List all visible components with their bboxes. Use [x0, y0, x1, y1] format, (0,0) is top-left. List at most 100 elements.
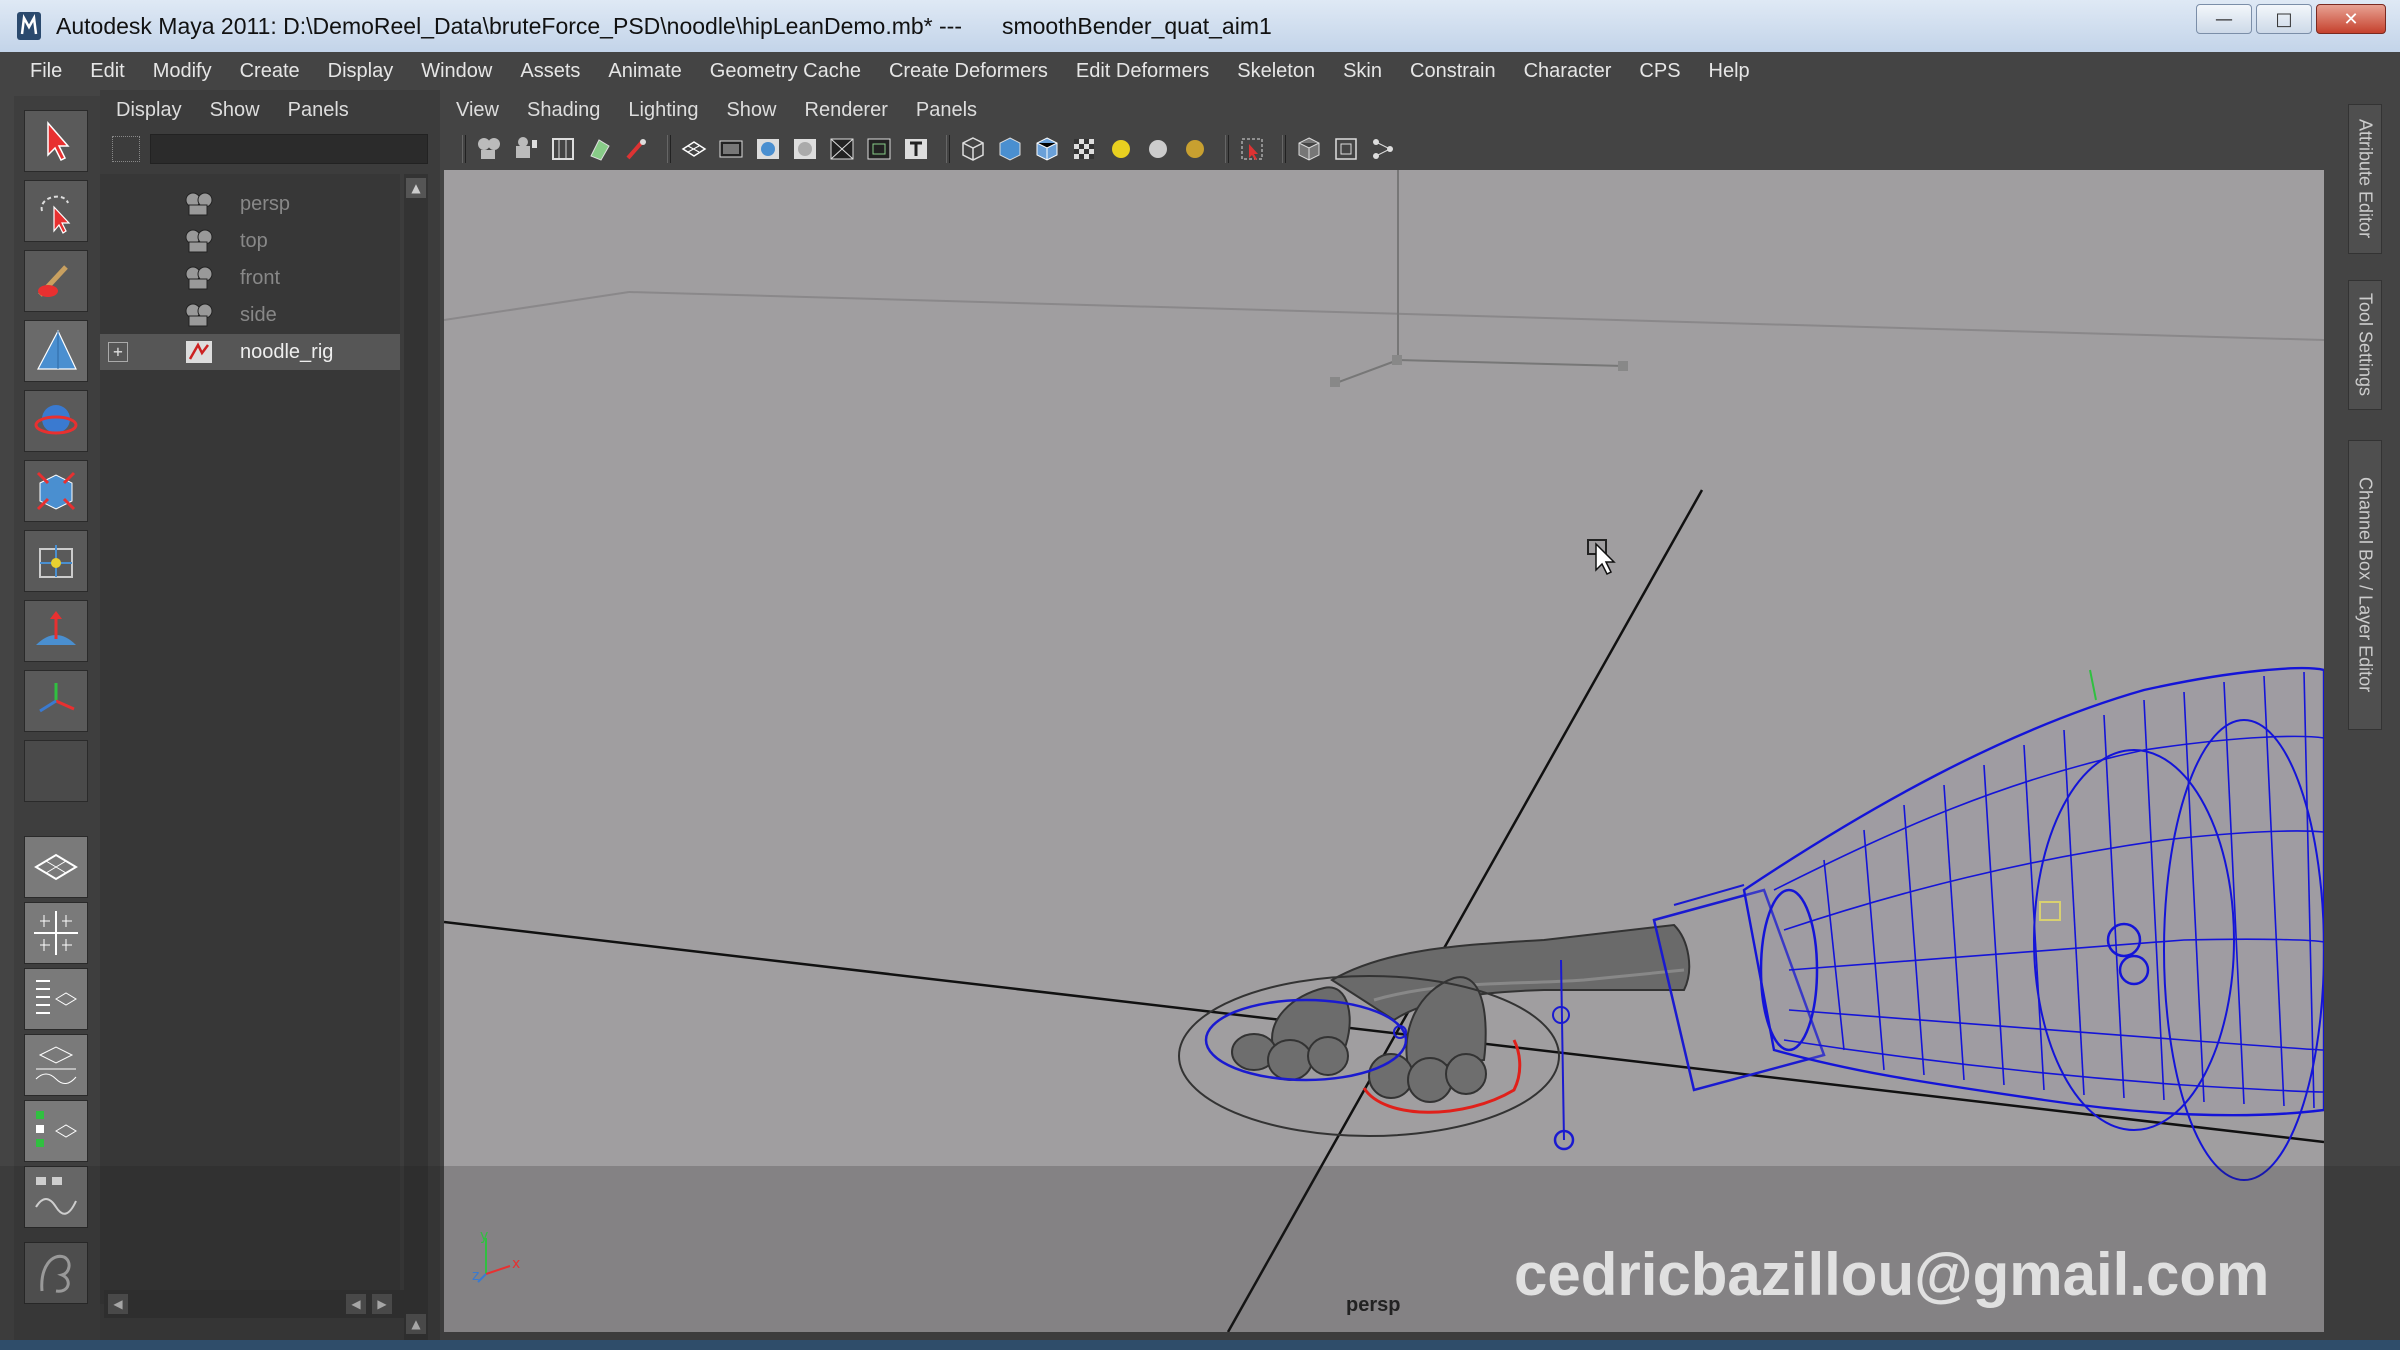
- scroll-left-icon[interactable]: ◀: [108, 1294, 128, 1314]
- outliner-item-side[interactable]: side: [100, 297, 400, 333]
- perspective-viewport[interactable]: [444, 170, 2324, 1332]
- tab-attribute-editor[interactable]: Attribute Editor: [2348, 104, 2382, 254]
- viewport-scene: [444, 170, 2324, 1332]
- safe-title-icon[interactable]: [901, 134, 931, 164]
- camera-icon: [185, 229, 213, 253]
- expand-icon[interactable]: +: [108, 342, 128, 362]
- show-manipulator-icon[interactable]: [24, 670, 88, 732]
- isolate-select-icon[interactable]: [1237, 134, 1267, 164]
- menu-file[interactable]: File: [30, 60, 62, 83]
- smooth-shade-icon[interactable]: [995, 134, 1025, 164]
- filter-select-icon[interactable]: [112, 136, 140, 162]
- svg-text:x: x: [512, 1256, 520, 1272]
- field-chart-icon[interactable]: [827, 134, 857, 164]
- panel-menu-shading[interactable]: Shading: [527, 99, 600, 122]
- poly-cone-tool-icon[interactable]: [24, 320, 88, 382]
- textured-icon[interactable]: [1069, 134, 1099, 164]
- menu-modify[interactable]: Modify: [153, 60, 212, 83]
- outliner-menu-display[interactable]: Display: [116, 99, 182, 122]
- scroll-left-icon[interactable]: ◀: [346, 1294, 366, 1314]
- outliner-persp-layout-icon[interactable]: [24, 968, 88, 1030]
- menu-animate[interactable]: Animate: [608, 60, 681, 83]
- outliner-item-label: noodle_rig: [240, 340, 334, 363]
- outliner-list: persp top front side + noodle_rig: [100, 174, 400, 1304]
- four-view-layout-icon[interactable]: [24, 902, 88, 964]
- tab-channel-box-layer-editor[interactable]: Channel Box / Layer Editor: [2348, 440, 2382, 730]
- default-lighting-icon[interactable]: [1106, 134, 1136, 164]
- outliner-item-top[interactable]: top: [100, 223, 400, 259]
- scroll-up-icon[interactable]: ▲: [406, 178, 426, 198]
- window-bottom-edge: [0, 1340, 2400, 1350]
- gate-mask-icon[interactable]: [790, 134, 820, 164]
- outliner-menu-panels[interactable]: Panels: [288, 99, 349, 122]
- camera-attributes-icon[interactable]: [511, 134, 541, 164]
- outliner-vertical-scrollbar[interactable]: ▲ ▲ ▼: [404, 174, 428, 1350]
- side-tab-strip: Attribute Editor Tool Settings Channel B…: [2328, 90, 2400, 1340]
- outliner-item-noodle-rig[interactable]: + noodle_rig: [100, 334, 400, 370]
- scale-tool-icon[interactable]: [24, 460, 88, 522]
- scroll-right-icon[interactable]: ▶: [372, 1294, 392, 1314]
- wireframe-icon[interactable]: [958, 134, 988, 164]
- soft-mod-tool-icon[interactable]: [24, 600, 88, 662]
- select-camera-icon[interactable]: [474, 134, 504, 164]
- xray-active-components-icon[interactable]: [1368, 134, 1398, 164]
- maya-logo-icon[interactable]: [24, 1242, 88, 1304]
- panel-menu-renderer[interactable]: Renderer: [805, 99, 888, 122]
- shadows-icon[interactable]: [1180, 134, 1210, 164]
- resolution-gate-icon[interactable]: [753, 134, 783, 164]
- locator-node: [1618, 361, 1628, 371]
- outliner-menu-show[interactable]: Show: [210, 99, 260, 122]
- menu-cps[interactable]: CPS: [1639, 60, 1680, 83]
- grid-axis-line: [1226, 489, 1704, 1332]
- menu-display[interactable]: Display: [328, 60, 394, 83]
- outliner-item-persp[interactable]: persp: [100, 186, 400, 222]
- grid-icon[interactable]: [679, 134, 709, 164]
- film-gate-icon[interactable]: [716, 134, 746, 164]
- menu-window[interactable]: Window: [421, 60, 492, 83]
- tab-tool-settings[interactable]: Tool Settings: [2348, 280, 2382, 410]
- minimize-icon[interactable]: —: [2196, 4, 2252, 34]
- scroll-up-icon[interactable]: ▲: [406, 1314, 426, 1334]
- paint-select-tool-icon[interactable]: [24, 250, 88, 312]
- hypershade-persp-layout-icon[interactable]: [24, 1100, 88, 1162]
- menu-skeleton[interactable]: Skeleton: [1237, 60, 1315, 83]
- menu-create[interactable]: Create: [240, 60, 300, 83]
- menu-geometry-cache[interactable]: Geometry Cache: [710, 60, 861, 83]
- safe-action-icon[interactable]: [864, 134, 894, 164]
- maximize-icon[interactable]: □: [2256, 4, 2312, 34]
- bookmarks-icon[interactable]: [548, 134, 578, 164]
- menu-character[interactable]: Character: [1524, 60, 1612, 83]
- panel-menu-view[interactable]: View: [456, 99, 499, 122]
- body-wireframe: [1742, 667, 2324, 1181]
- last-tool-icon[interactable]: [24, 740, 88, 802]
- menu-skin[interactable]: Skin: [1343, 60, 1382, 83]
- single-view-layout-icon[interactable]: [24, 836, 88, 898]
- panel-menu-panels[interactable]: Panels: [916, 99, 977, 122]
- graph-persp-layout-icon[interactable]: [24, 1034, 88, 1096]
- outliner-search-input[interactable]: [150, 134, 428, 164]
- rotate-sphere-icon[interactable]: [24, 390, 88, 452]
- menu-help[interactable]: Help: [1709, 60, 1750, 83]
- graph-layout-icon[interactable]: [24, 1166, 88, 1228]
- panel-menu-lighting[interactable]: Lighting: [628, 99, 698, 122]
- xray-joints-icon[interactable]: [1331, 134, 1361, 164]
- outliner-horizontal-scrollbar[interactable]: ◀ ◀ ▶: [104, 1290, 404, 1318]
- lasso-tool-icon[interactable]: [24, 180, 88, 242]
- window-subtitle: smoothBender_quat_aim1: [1001, 12, 1272, 39]
- menu-create-deformers[interactable]: Create Deformers: [889, 60, 1048, 83]
- universal-manip-icon[interactable]: [24, 530, 88, 592]
- wireframe-on-shaded-icon[interactable]: [1032, 134, 1062, 164]
- menu-constrain[interactable]: Constrain: [1410, 60, 1496, 83]
- image-plane-icon[interactable]: [585, 134, 615, 164]
- outliner-item-front[interactable]: front: [100, 260, 400, 296]
- select-tool-icon[interactable]: [24, 110, 88, 172]
- menu-edit-deformers[interactable]: Edit Deformers: [1076, 60, 1209, 83]
- close-icon[interactable]: ✕: [2316, 4, 2386, 34]
- all-lights-icon[interactable]: [1143, 134, 1173, 164]
- grease-pencil-icon[interactable]: [622, 134, 652, 164]
- menu-assets[interactable]: Assets: [520, 60, 580, 83]
- xray-icon[interactable]: [1294, 134, 1324, 164]
- window-title: Autodesk Maya 2011: D:\DemoReel_Data\bru…: [56, 12, 962, 39]
- menu-edit[interactable]: Edit: [90, 60, 124, 83]
- panel-menu-show[interactable]: Show: [726, 99, 776, 122]
